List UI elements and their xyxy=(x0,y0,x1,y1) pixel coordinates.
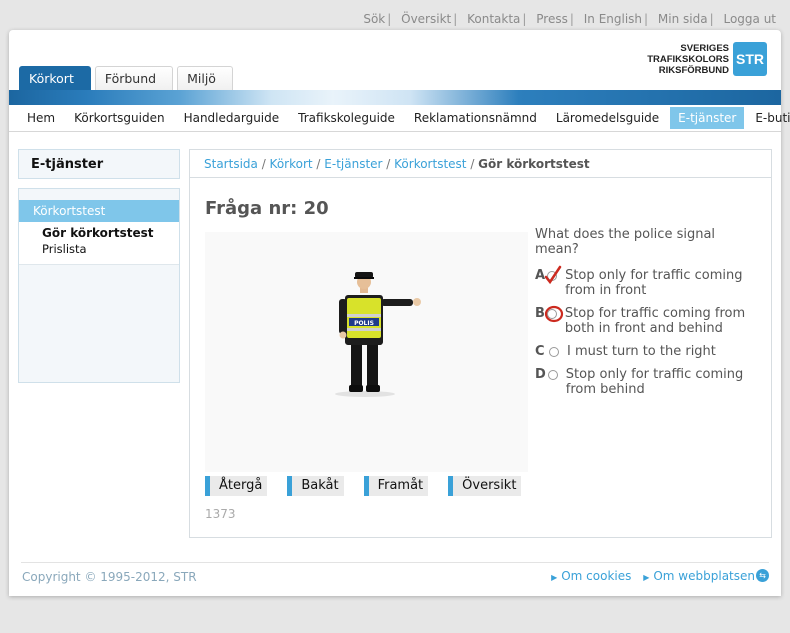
header-banner xyxy=(9,90,781,105)
option-text: I must turn to the right xyxy=(567,344,716,359)
option-radio[interactable] xyxy=(549,347,559,357)
nav-item-hem[interactable]: Hem xyxy=(19,107,63,129)
main-nav: Hem Körkortsguiden Handledarguide Trafik… xyxy=(9,105,790,132)
answer-option-c[interactable]: C I must turn to the right xyxy=(535,344,765,359)
breadcrumb-current: Gör körkortstest xyxy=(478,157,590,171)
footer-link-about[interactable]: Om webbplatsen xyxy=(653,569,755,583)
logo-line-3: RIKSFÖRBUND xyxy=(658,64,729,76)
top-link-search[interactable]: Sök xyxy=(363,12,385,26)
separator: | xyxy=(522,12,527,26)
page-frame: SVERIGES TRAFIKSKOLORS RIKSFÖRBUND STR K… xyxy=(9,30,790,596)
back-button[interactable]: Återgå xyxy=(205,476,268,496)
top-link-logout[interactable]: Logga ut xyxy=(723,12,776,26)
section-tabs: Körkort Förbund Miljö xyxy=(19,66,237,90)
top-link-english[interactable]: In English xyxy=(584,12,642,26)
breadcrumb-korkortstest[interactable]: Körkortstest xyxy=(394,157,466,171)
nav-item-korkortsguiden[interactable]: Körkortsguiden xyxy=(66,107,172,129)
footer-link-cookies[interactable]: Om cookies xyxy=(561,569,631,583)
overview-button[interactable]: Översikt xyxy=(448,476,522,496)
option-letter: D xyxy=(535,367,546,382)
police-officer-image: POLIS xyxy=(335,272,421,397)
option-text: Stop for traffic coming from both in fro… xyxy=(564,306,746,336)
nav-item-trafikskoleguide[interactable]: Trafikskoleguide xyxy=(290,107,403,129)
top-links: Sök | Översikt | Kontakta | Press | In Engli… xyxy=(363,12,776,26)
checkmark-icon xyxy=(544,265,562,285)
nav-item-handledarguide[interactable]: Handledarguide xyxy=(176,107,288,129)
sidebar-menu-inner: Körkortstest Gör körkortstest Prislista xyxy=(19,200,179,265)
footer-links: ▶ Om cookies ▶ Om webbplatsen xyxy=(551,569,755,583)
nav-item-laromedelsguide[interactable]: Läromedelsguide xyxy=(548,107,667,129)
share-icon[interactable]: ⇆ xyxy=(756,569,769,582)
question-image: POLIS xyxy=(205,232,528,472)
sidebar-item-gor-korkortstest[interactable]: Gör körkortstest xyxy=(19,222,179,240)
tab-korkort[interactable]: Körkort xyxy=(19,66,91,90)
next-button[interactable]: Framåt xyxy=(363,476,429,496)
top-link-overview[interactable]: Översikt xyxy=(401,12,451,26)
str-logo[interactable]: SVERIGES TRAFIKSKOLORS RIKSFÖRBUND STR xyxy=(647,42,767,76)
option-text: Stop only for traffic coming from behind xyxy=(565,367,744,397)
sidebar-menu: Körkortstest Gör körkortstest Prislista xyxy=(18,188,180,383)
top-link-contact[interactable]: Kontakta xyxy=(467,12,520,26)
option-radio[interactable] xyxy=(547,370,558,380)
main-content: Startsida / Körkort / E-tjänster / Körko… xyxy=(189,149,772,538)
logo-box: STR xyxy=(733,42,767,76)
option-letter: C xyxy=(535,344,545,359)
separator: | xyxy=(644,12,649,26)
sidebar-item-korkortstest[interactable]: Körkortstest xyxy=(19,200,179,222)
sidebar-item-prislista[interactable]: Prislista xyxy=(19,240,179,256)
previous-button[interactable]: Bakåt xyxy=(287,476,344,496)
nav-item-e-butik[interactable]: E-butik xyxy=(747,107,790,129)
breadcrumb-startsida[interactable]: Startsida xyxy=(204,157,258,171)
copyright-text: Copyright © 1995-2012, STR xyxy=(22,570,197,584)
logo-line-2: TRAFIKSKOLORS xyxy=(647,53,729,65)
answer-option-b[interactable]: B Stop for traffic coming from both in f… xyxy=(535,305,765,336)
breadcrumb: Startsida / Körkort / E-tjänster / Körko… xyxy=(190,150,771,178)
separator: | xyxy=(453,12,458,26)
sidebar-title: E-tjänster xyxy=(18,149,180,179)
answer-option-d[interactable]: D Stop only for traffic coming from behi… xyxy=(535,367,765,397)
option-text: Stop only for traffic coming from in fro… xyxy=(565,268,743,298)
question-text: What does the police signal mean? xyxy=(535,227,716,257)
question-title: Fråga nr: 20 xyxy=(205,198,329,219)
tab-miljo[interactable]: Miljö xyxy=(177,66,233,90)
vest-text: POLIS xyxy=(354,320,374,327)
answer-options: A Stop only for traffic coming from in f… xyxy=(535,265,765,405)
logo-line-1: SVERIGES xyxy=(680,42,729,54)
separator: | xyxy=(709,12,714,26)
breadcrumb-e-tjanster[interactable]: E-tjänster xyxy=(324,157,382,171)
logo-text: SVERIGES TRAFIKSKOLORS RIKSFÖRBUND xyxy=(647,43,729,76)
breadcrumb-korkort[interactable]: Körkort xyxy=(270,157,313,171)
arrow-right-icon: ▶ xyxy=(551,573,558,582)
separator: | xyxy=(569,12,574,26)
question-nav-buttons: Återgå Bakåt Framåt Översikt xyxy=(205,476,541,496)
arrow-right-icon: ▶ xyxy=(643,573,650,582)
nav-item-reklamationsnamnd[interactable]: Reklamationsnämnd xyxy=(406,107,545,129)
separator: | xyxy=(387,12,392,26)
top-link-my-page[interactable]: Min sida xyxy=(658,12,708,26)
circle-mark-icon xyxy=(544,305,564,323)
top-link-press[interactable]: Press xyxy=(536,12,568,26)
nav-item-e-tjanster[interactable]: E-tjänster xyxy=(670,107,745,129)
tab-forbund[interactable]: Förbund xyxy=(94,66,174,90)
footer: Copyright © 1995-2012, STR ▶ Om cookies ▶… xyxy=(21,562,769,586)
question-id: 1373 xyxy=(205,507,236,521)
answer-option-a[interactable]: A Stop only for traffic coming from in f… xyxy=(535,265,765,298)
